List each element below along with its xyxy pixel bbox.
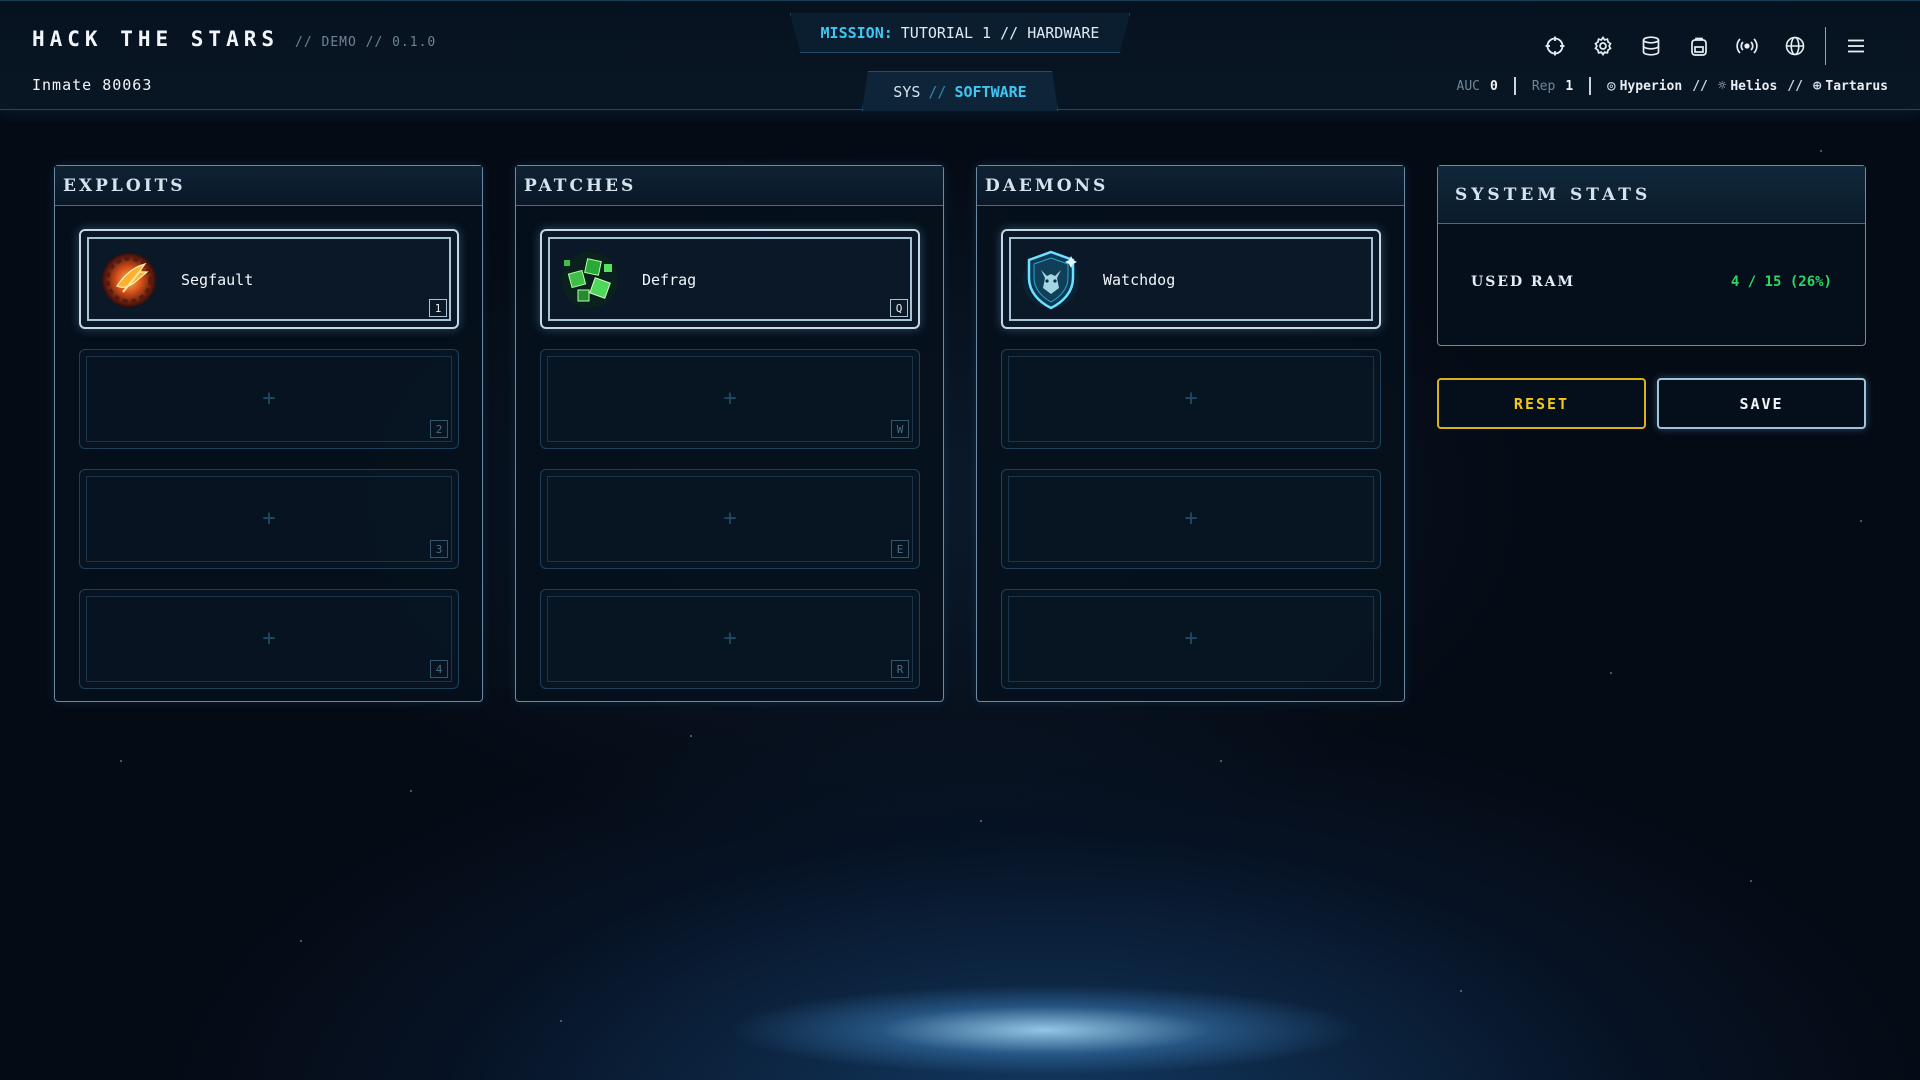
stats-divider — [1589, 77, 1592, 95]
used-ram-value: 4 / 15 (26%) — [1730, 274, 1832, 290]
hyperion-icon: ◎ — [1607, 78, 1616, 94]
rep-label: Rep — [1531, 78, 1556, 94]
top-icons — [1531, 27, 1880, 65]
plus-icon: + — [262, 506, 276, 531]
item-name: Segfault — [181, 271, 254, 289]
database-icon[interactable] — [1627, 31, 1675, 61]
hotkey-badge: 3 — [430, 540, 448, 558]
game-title: HACK THE STARS — [32, 27, 280, 51]
system-separator: // — [1692, 78, 1708, 94]
inmate-id: Inmate 80063 — [32, 76, 153, 94]
daemon-slot-1[interactable]: Watchdog — [1001, 229, 1381, 329]
exploits-panel: EXPLOITS Segfault 1 + 2 + 3 + 4 — [54, 165, 483, 702]
crosshair-icon[interactable] — [1531, 31, 1579, 61]
panel-title: PATCHES — [516, 166, 943, 206]
hotkey-badge: Q — [890, 299, 908, 317]
used-ram-label: USED RAM — [1471, 274, 1575, 290]
patch-slot-2[interactable]: + W — [540, 349, 920, 449]
hotkey-badge: 1 — [429, 299, 447, 317]
sys-software-tab[interactable]: SYS // SOFTWARE — [862, 71, 1058, 111]
patch-slot-1[interactable]: Defrag Q — [540, 229, 920, 329]
system-separator: // — [1787, 78, 1803, 94]
sys-tab-separator: // — [928, 82, 947, 101]
sun-icon: ☼ — [1717, 78, 1727, 94]
system-stats-title: SYSTEM STATS — [1438, 166, 1865, 224]
reset-button[interactable]: RESET — [1437, 378, 1646, 429]
daemons-panel: DAEMONS Watchdog + + + — [976, 165, 1405, 702]
hotkey-badge: 2 — [430, 420, 448, 438]
system-hyperion[interactable]: ◎ Hyperion — [1607, 78, 1682, 94]
hotkey-badge: 4 — [430, 660, 448, 678]
mission-tab[interactable]: MISSION: TUTORIAL 1 // HARDWARE — [790, 13, 1130, 53]
exploit-slot-3[interactable]: + 3 — [79, 469, 459, 569]
mission-value: TUTORIAL 1 // HARDWARE — [900, 23, 1100, 42]
plus-icon: + — [1184, 506, 1198, 531]
rep-value: 1 — [1565, 78, 1574, 94]
daemon-slot-3[interactable]: + — [1001, 469, 1381, 569]
sys-tab-prefix: SYS — [893, 82, 921, 101]
daemon-slot-4[interactable]: + — [1001, 589, 1381, 689]
item-name: Watchdog — [1103, 271, 1176, 289]
daemon-slot-2[interactable]: + — [1001, 349, 1381, 449]
plus-icon: + — [723, 386, 737, 411]
patches-panel: PATCHES Defrag Q + W + E + R — [515, 165, 944, 702]
system-helios[interactable]: ☼ Helios — [1718, 78, 1777, 94]
globe-icon: ⊕ — [1812, 78, 1822, 94]
broadcast-icon[interactable] — [1723, 31, 1771, 61]
panel-title: EXPLOITS — [55, 166, 482, 206]
plus-icon: + — [1184, 626, 1198, 651]
auc-value: 0 — [1490, 78, 1498, 94]
item-name: Defrag — [642, 271, 697, 289]
patch-slot-4[interactable]: + R — [540, 589, 920, 689]
plus-icon: + — [723, 626, 737, 651]
icon-divider — [1825, 27, 1826, 65]
save-button[interactable]: SAVE — [1657, 378, 1866, 429]
gear-icon[interactable] — [1579, 31, 1627, 61]
version-label: // DEMO // 0.1.0 — [295, 35, 437, 50]
top-bar: HACK THE STARS // DEMO // 0.1.0 Inmate 8… — [0, 0, 1920, 111]
stats-divider — [1513, 77, 1516, 95]
exploit-slot-1[interactable]: Segfault 1 — [79, 229, 459, 329]
exploit-slot-2[interactable]: + 2 — [79, 349, 459, 449]
plus-icon: + — [262, 626, 276, 651]
panel-title: DAEMONS — [977, 166, 1404, 206]
plus-icon: + — [723, 506, 737, 531]
exploit-slot-4[interactable]: + 4 — [79, 589, 459, 689]
system-tartarus[interactable]: ⊕ Tartarus — [1813, 78, 1888, 94]
backpack-icon[interactable] — [1675, 31, 1723, 61]
watchdog-icon — [1017, 246, 1085, 314]
mission-label: MISSION: — [820, 23, 893, 42]
defrag-icon — [556, 246, 624, 314]
plus-icon: + — [1184, 386, 1198, 411]
hotkey-badge: E — [891, 540, 909, 558]
hotkey-badge: R — [891, 660, 909, 678]
brand: HACK THE STARS // DEMO // 0.1.0 — [32, 27, 436, 51]
player-stats: AUC 0 Rep 1 ◎ Hyperion // ☼ Helios // ⊕ Tar… — [1457, 77, 1888, 95]
auc-label: AUC — [1456, 78, 1481, 94]
sys-tab-active: SOFTWARE — [954, 82, 1027, 101]
ram-row: USED RAM 4 / 15 (26%) — [1471, 274, 1832, 290]
segfault-icon — [95, 246, 163, 314]
patch-slot-3[interactable]: + E — [540, 469, 920, 569]
globe-icon[interactable] — [1771, 31, 1819, 61]
hotkey-badge: W — [891, 420, 909, 438]
system-stats-panel: SYSTEM STATS USED RAM 4 / 15 (26%) — [1437, 165, 1866, 346]
menu-icon[interactable] — [1832, 31, 1880, 61]
plus-icon: + — [262, 386, 276, 411]
